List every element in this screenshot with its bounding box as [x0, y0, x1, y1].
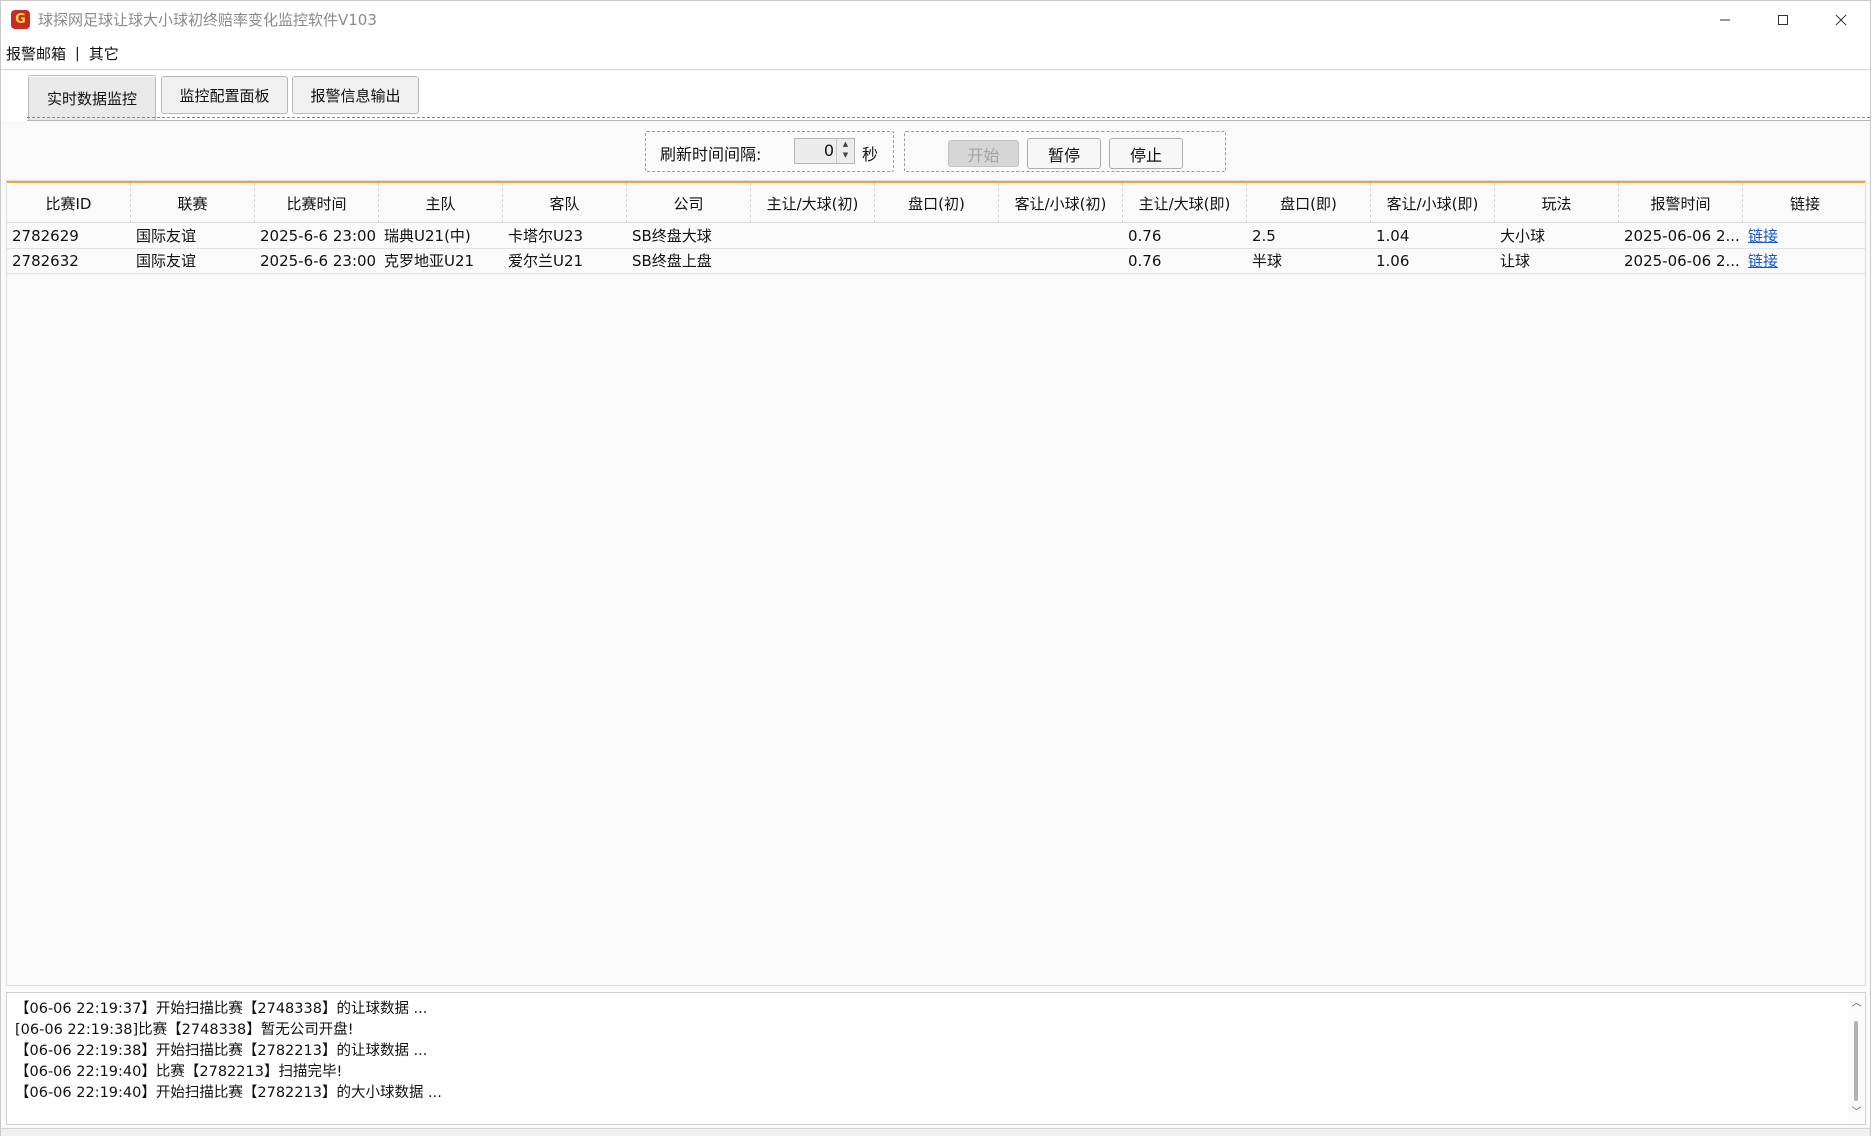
cell-home-over-live: 0.76 — [1128, 252, 1162, 270]
maximize-button[interactable] — [1754, 1, 1812, 38]
col-header-away-team[interactable]: 客队 — [503, 183, 627, 223]
cell-home-team: 瑞典U21(中) — [384, 227, 471, 245]
menu-separator: | — [75, 45, 80, 62]
cell-match-id: 2782632 — [12, 252, 79, 270]
cell-home-team: 克罗地亚U21 — [384, 252, 475, 270]
col-header-match-id[interactable]: 比赛ID — [7, 183, 131, 223]
action-group: 开始 暂停 停止 — [904, 131, 1226, 172]
cell-company: SB终盘上盘 — [632, 252, 712, 270]
col-header-alert-time[interactable]: 报警时间 — [1619, 183, 1743, 223]
interval-unit: 秒 — [862, 145, 879, 164]
interval-spinner[interactable]: 0 ▲ ▼ — [794, 138, 855, 164]
col-header-home-team[interactable]: 主队 — [379, 183, 503, 223]
col-header-line-init[interactable]: 盘口(初) — [875, 183, 999, 223]
cell-line-init — [875, 249, 999, 274]
window-title: 球探网足球让球大小球初终赔率变化监控软件V103 — [38, 11, 377, 29]
cell-home-over-init — [751, 224, 875, 249]
cell-league: 国际友谊 — [136, 227, 197, 245]
start-button[interactable]: 开始 — [948, 140, 1019, 167]
cell-line-init — [875, 224, 999, 249]
scroll-up-icon[interactable]: ︿ — [1851, 999, 1862, 1009]
log-line: 【06-06 22:19:37】开始扫描比赛【2748338】的让球数据 ... — [15, 1001, 428, 1017]
cell-line-live: 2.5 — [1252, 227, 1276, 245]
col-header-league[interactable]: 联赛 — [131, 183, 255, 223]
col-header-home-over-init[interactable]: 主让/大球(初) — [751, 183, 875, 223]
status-bar — [1, 1128, 1870, 1136]
spinner-down-icon[interactable]: ▼ — [837, 150, 854, 161]
cell-match-time: 2025-6-6 23:00 — [260, 252, 377, 270]
cell-away-under-init — [999, 249, 1123, 274]
minimize-icon — [1720, 19, 1730, 20]
stop-button[interactable]: 停止 — [1109, 138, 1183, 169]
col-header-match-time[interactable]: 比赛时间 — [255, 183, 379, 223]
interval-value: 0 — [823, 141, 834, 160]
app-logo-icon: G — [11, 10, 30, 29]
log-line: 【06-06 22:19:40】比赛【2782213】扫描完毕! — [15, 1064, 343, 1080]
table-row[interactable]: 2782629 国际友谊 2025-6-6 23:00 瑞典U21(中) 卡塔尔… — [7, 224, 1865, 249]
cell-line-live: 半球 — [1252, 252, 1283, 270]
col-header-away-under-init[interactable]: 客让/小球(初) — [999, 183, 1123, 223]
cell-match-time: 2025-6-6 23:00 — [260, 227, 377, 245]
col-header-line-live[interactable]: 盘口(即) — [1247, 183, 1371, 223]
match-link[interactable]: 链接 — [1743, 224, 1867, 249]
match-data-grid: 比赛ID 联赛 比赛时间 主队 客队 公司 主让/大球(初) 盘口(初) 客让/… — [6, 180, 1866, 986]
scrollbar-thumb[interactable] — [1854, 1021, 1858, 1101]
window-controls — [1696, 1, 1870, 38]
cell-away-under-live: 1.06 — [1376, 252, 1410, 270]
cell-league: 国际友谊 — [136, 252, 197, 270]
cell-bet-type: 大小球 — [1500, 227, 1546, 245]
cell-away-under-init — [999, 224, 1123, 249]
cell-away-under-live: 1.04 — [1376, 227, 1410, 245]
cell-match-id: 2782629 — [12, 227, 79, 245]
col-header-company[interactable]: 公司 — [627, 183, 751, 223]
col-header-link[interactable]: 链接 — [1743, 183, 1867, 223]
tab-alert-output[interactable]: 报警信息输出 — [292, 76, 419, 114]
pause-button[interactable]: 暂停 — [1027, 138, 1101, 169]
grid-header: 比赛ID 联赛 比赛时间 主队 客队 公司 主让/大球(初) 盘口(初) 客让/… — [7, 183, 1865, 223]
log-output[interactable]: 【06-06 22:19:37】开始扫描比赛【2748338】的让球数据 ...… — [6, 992, 1866, 1125]
interval-label: 刷新时间间隔: — [660, 145, 762, 164]
cell-alert-time: 2025-06-06 2... — [1624, 227, 1740, 245]
cell-home-over-init — [751, 249, 875, 274]
tab-strip: 实时数据监控 监控配置面板 报警信息输出 — [1, 71, 1870, 121]
col-header-bet-type[interactable]: 玩法 — [1495, 183, 1619, 223]
table-row[interactable]: 2782632 国际友谊 2025-6-6 23:00 克罗地亚U21 爱尔兰U… — [7, 249, 1865, 274]
spinner-up-icon[interactable]: ▲ — [837, 139, 854, 150]
menu-bar: 报警邮箱 | 其它 — [1, 38, 1870, 70]
interval-group: 刷新时间间隔: 0 ▲ ▼ 秒 — [645, 131, 894, 172]
cell-company: SB终盘大球 — [632, 227, 712, 245]
title-bar: G 球探网足球让球大小球初终赔率变化监控软件V103 — [1, 1, 1870, 38]
col-header-away-under-live[interactable]: 客让/小球(即) — [1371, 183, 1495, 223]
close-button[interactable] — [1812, 1, 1870, 38]
log-line: [06-06 22:19:38]比赛【2748338】暂无公司开盘! — [15, 1022, 354, 1038]
tab-realtime-monitor[interactable]: 实时数据监控 — [28, 75, 156, 121]
log-line: 【06-06 22:19:40】开始扫描比赛【2782213】的大小球数据 ..… — [15, 1085, 442, 1101]
log-line: 【06-06 22:19:38】开始扫描比赛【2782213】的让球数据 ... — [15, 1043, 428, 1059]
menu-item-other[interactable]: 其它 — [89, 43, 119, 64]
cell-away-team: 卡塔尔U23 — [508, 227, 584, 245]
spinner-arrows[interactable]: ▲ ▼ — [836, 139, 854, 163]
control-bar: 刷新时间间隔: 0 ▲ ▼ 秒 开始 暂停 停止 — [1, 123, 1870, 180]
match-link[interactable]: 链接 — [1743, 249, 1867, 274]
close-icon — [1835, 14, 1847, 25]
log-scrollbar[interactable]: ︿ ﹀ — [1848, 993, 1865, 1124]
tab-monitor-config[interactable]: 监控配置面板 — [161, 76, 288, 114]
col-header-home-over-live[interactable]: 主让/大球(即) — [1123, 183, 1247, 223]
main-window: G 球探网足球让球大小球初终赔率变化监控软件V103 报警邮箱 | 其它 实时数… — [0, 0, 1871, 1136]
cell-alert-time: 2025-06-06 2... — [1624, 252, 1740, 270]
minimize-button[interactable] — [1696, 1, 1754, 38]
cell-away-team: 爱尔兰U21 — [508, 252, 584, 270]
cell-bet-type: 让球 — [1500, 252, 1531, 270]
scroll-down-icon[interactable]: ﹀ — [1851, 1108, 1862, 1118]
cell-home-over-live: 0.76 — [1128, 227, 1162, 245]
menu-item-alert-email[interactable]: 报警邮箱 — [6, 43, 66, 64]
maximize-icon — [1778, 14, 1788, 25]
